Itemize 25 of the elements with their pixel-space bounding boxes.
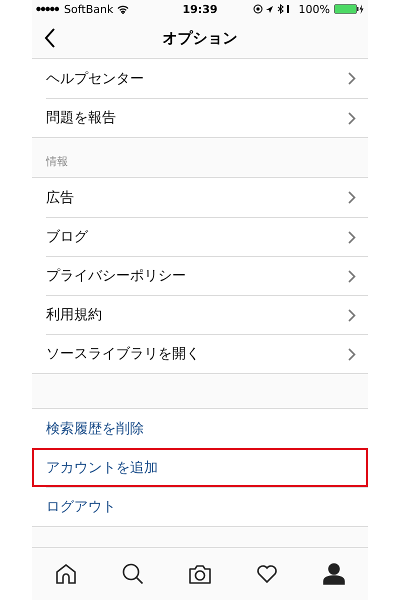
clock-time: 19:39 <box>182 2 218 16</box>
menu-item[interactable]: プライバシーポリシー <box>46 256 368 295</box>
chevron-icon <box>348 230 356 244</box>
signal-icon <box>36 6 60 12</box>
chevron-icon <box>348 270 356 282</box>
battery-percent: 100% <box>298 2 330 16</box>
menu-item[interactable]: ログアウト <box>46 487 368 526</box>
menu-item[interactable]: 問題を報告 <box>46 98 368 137</box>
menu-item[interactable]: 検索履歴を削除 <box>46 409 368 448</box>
menu-item[interactable]: 利用規約 <box>46 295 368 334</box>
screen-title: オプション <box>162 28 238 48</box>
menu-item[interactable]: アカウントを追加 <box>32 448 368 487</box>
chevron-icon <box>348 72 356 85</box>
menu-item[interactable]: ソースライブラリを開く <box>46 334 368 373</box>
battery-icon <box>334 4 364 14</box>
chevron-icon <box>348 112 356 124</box>
carrier-name: SoftBank <box>64 2 114 16</box>
back-icon[interactable] <box>44 28 56 48</box>
wifi-icon <box>117 4 130 14</box>
chevron-icon <box>348 191 356 204</box>
menu-item[interactable]: ヘルプセンター <box>46 59 368 98</box>
menu-item[interactable]: 広告 <box>46 178 368 217</box>
chevron-icon <box>348 348 356 360</box>
menu-item[interactable]: ブログ <box>46 217 368 256</box>
chevron-icon <box>348 308 356 322</box>
